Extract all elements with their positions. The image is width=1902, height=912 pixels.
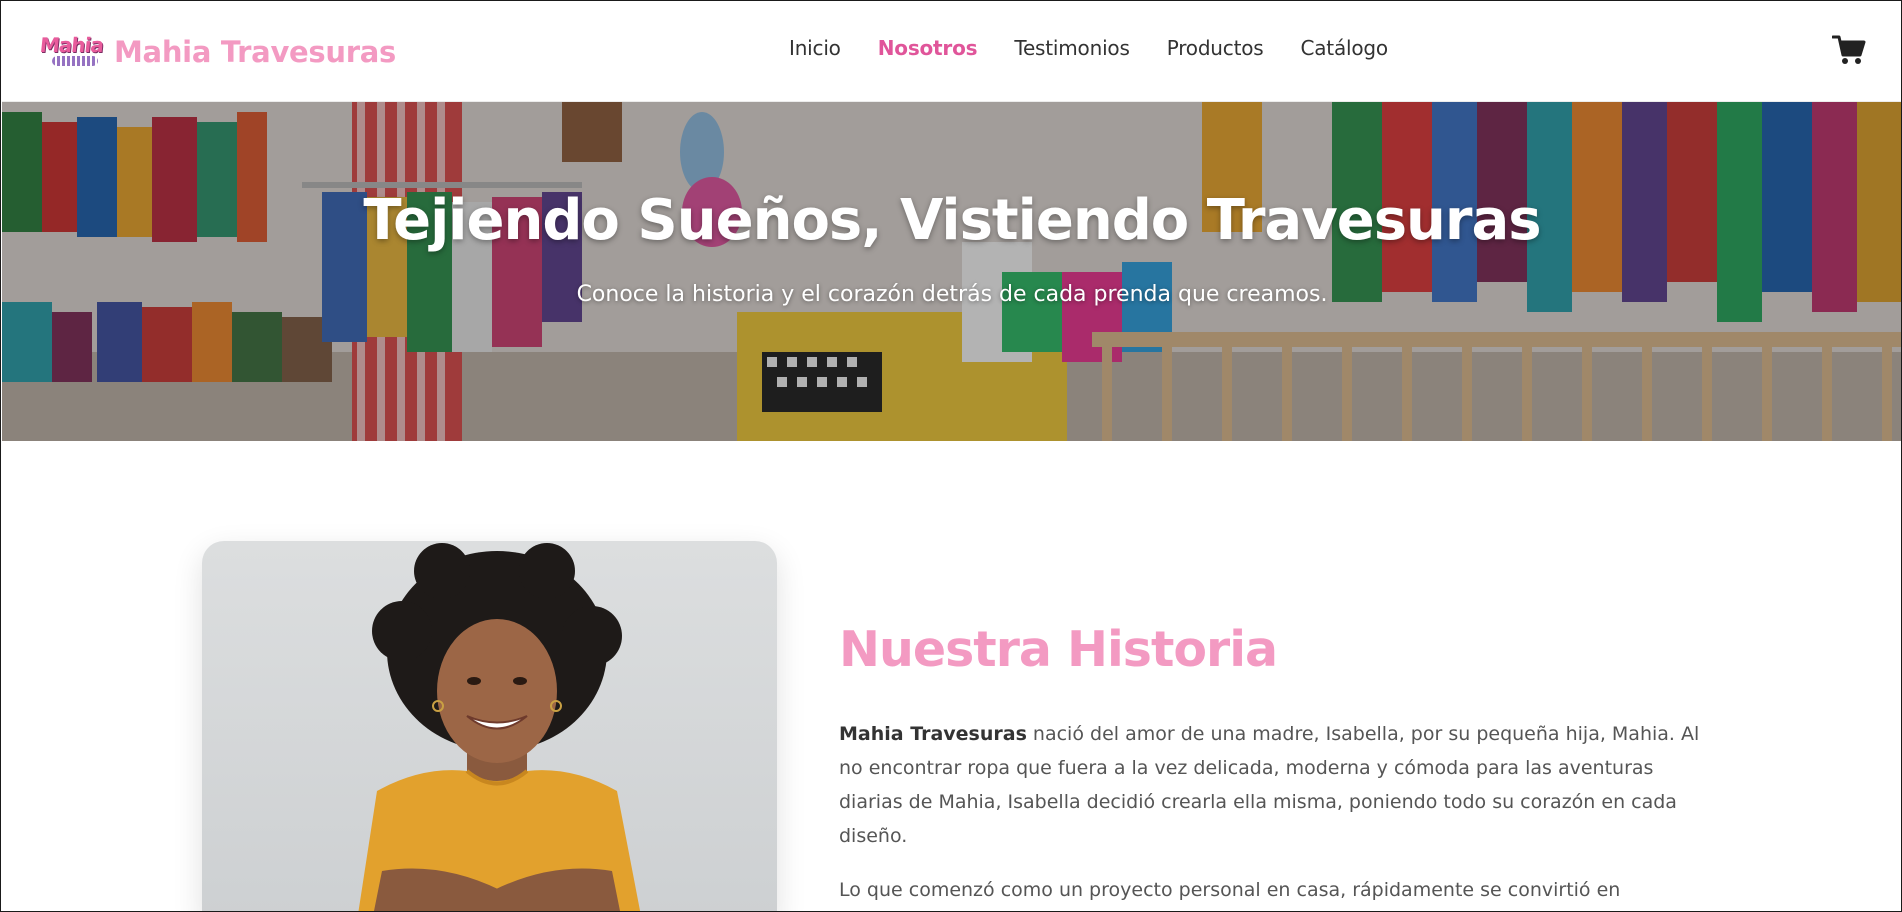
logo-underline [52, 56, 98, 66]
story-paragraph-1: Mahia Travesuras nació del amor de una m… [839, 717, 1709, 853]
founder-portrait [202, 541, 777, 911]
nav-inicio[interactable]: Inicio [789, 36, 841, 60]
brand-logo: Mahia [38, 33, 105, 70]
brand-highlight: Mahia Travesuras [839, 723, 1027, 745]
browser-viewport: Mahia Mahia Travesuras Inicio Nosotros T… [0, 0, 1902, 912]
hero-subtitle: Conoce la historia y el corazón detrás d… [576, 282, 1328, 307]
story-section: Nuestra Historia Mahia Travesuras nació … [2, 441, 1901, 911]
navbar: Mahia Mahia Travesuras Inicio Nosotros T… [2, 2, 1901, 102]
hero-banner: Tejiendo Sueños, Vistiendo Travesuras Co… [2, 102, 1901, 441]
nav-nosotros[interactable]: Nosotros [878, 36, 978, 60]
hero-title: Tejiendo Sueños, Vistiendo Travesuras [363, 188, 1541, 253]
story-paragraph-2: Lo que comenzó como un proyecto personal… [839, 879, 1621, 901]
nav-catalogo[interactable]: Catálogo [1300, 36, 1388, 60]
founder-photo [358, 543, 641, 911]
main-nav: Inicio Nosotros Testimonios Productos Ca… [789, 36, 1388, 60]
logo-wordmark: Mahia [38, 33, 105, 57]
nav-productos[interactable]: Productos [1167, 36, 1264, 60]
shopping-cart-icon[interactable] [1831, 34, 1866, 66]
hero-overlay [2, 102, 1901, 441]
brand-link[interactable]: Mahia Mahia Travesuras [38, 32, 397, 72]
story-title: Nuestra Historia [839, 621, 1278, 678]
nav-testimonios[interactable]: Testimonios [1014, 36, 1130, 60]
brand-name: Mahia Travesuras [114, 35, 396, 69]
story-body: Mahia Travesuras nació del amor de una m… [839, 717, 1709, 911]
